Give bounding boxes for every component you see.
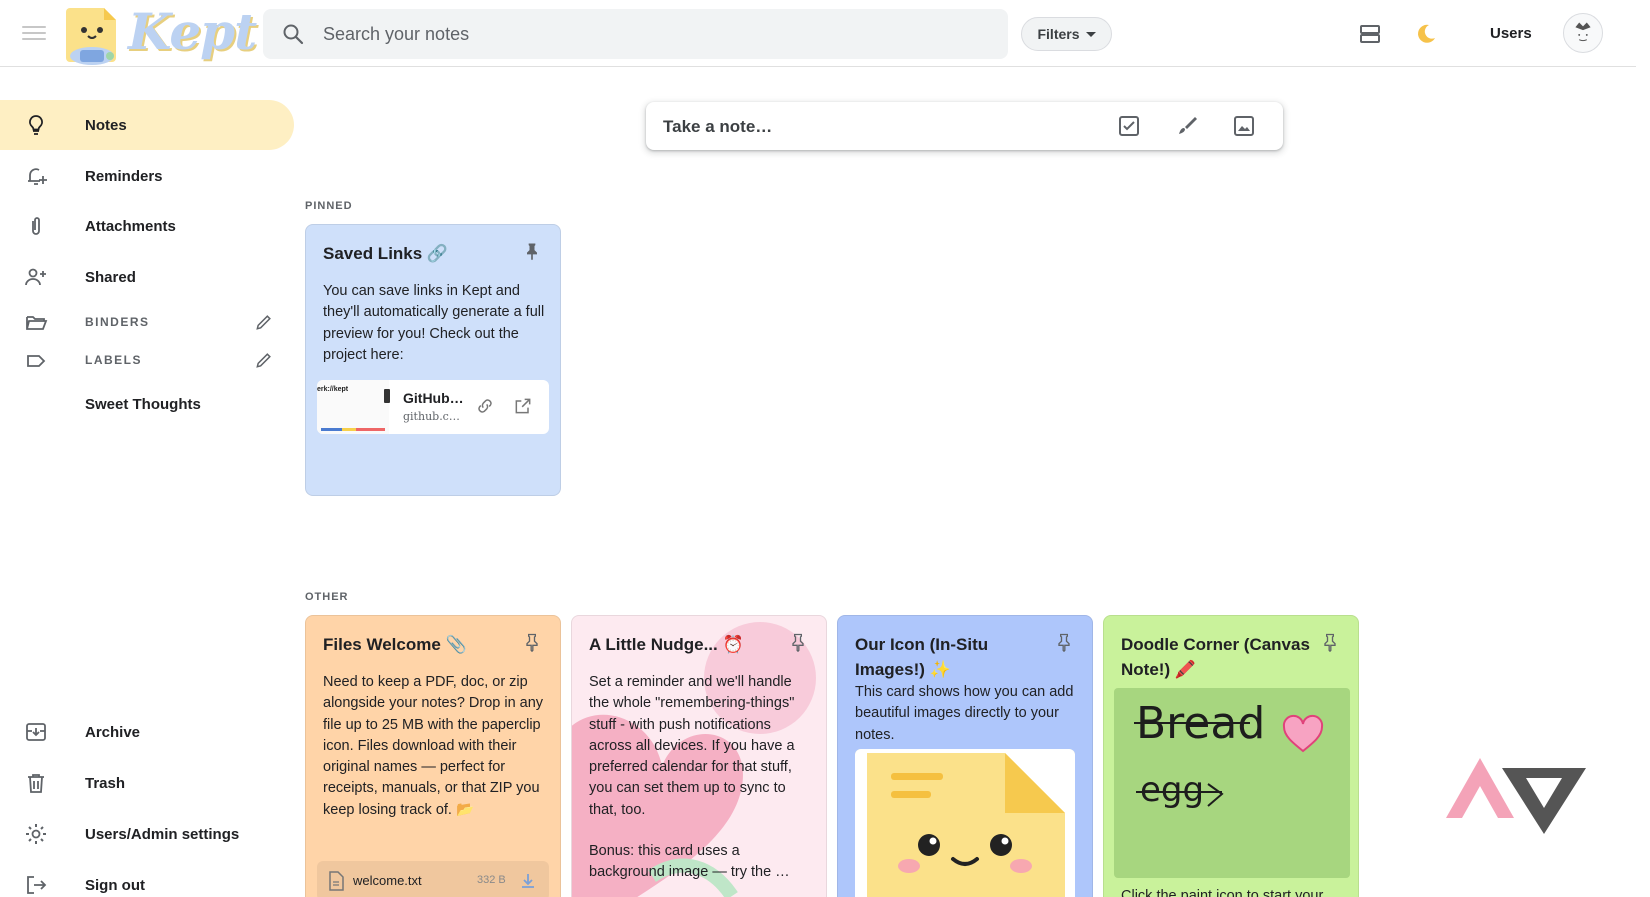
note-card[interactable]: Doodle Corner (Canvas Note!) 🖍️ Bread eg… xyxy=(1103,615,1359,897)
note-body: You can save links in Kept and they'll a… xyxy=(323,283,545,363)
binders-label: BINDERS xyxy=(85,315,150,329)
search-icon xyxy=(283,24,304,45)
sidebar-item-label: Notes xyxy=(85,116,127,134)
top-bar: Kept Filters Users xyxy=(0,0,1636,67)
sidebar-item-sweet-thoughts[interactable]: Sweet Thoughts xyxy=(0,379,294,429)
composer-placeholder: Take a note… xyxy=(663,117,773,136)
file-size: 332 B xyxy=(477,874,506,886)
pin-icon[interactable] xyxy=(522,241,542,261)
trash-icon xyxy=(28,774,44,793)
label-icon xyxy=(27,355,46,367)
sidebar-item-notes[interactable]: Notes xyxy=(0,100,294,150)
note-title: Files Welcome 📎 xyxy=(323,635,467,654)
user-avatar[interactable] xyxy=(1563,13,1603,53)
users-link[interactable]: Users xyxy=(1490,25,1532,42)
download-icon[interactable] xyxy=(519,872,537,890)
file-icon xyxy=(329,871,344,891)
pencil-icon[interactable] xyxy=(254,350,274,370)
note-title: Our Icon (In-Situ Images!) ✨ xyxy=(855,635,989,679)
link-thumbnail: erk://kept xyxy=(317,380,389,434)
filters-button[interactable]: Filters xyxy=(1021,17,1112,51)
archive-icon xyxy=(26,723,46,741)
sign-out-icon xyxy=(27,876,47,894)
note-card[interactable]: Files Welcome 📎 Need to keep a PDF, doc,… xyxy=(305,615,561,897)
labels-label: LABELS xyxy=(85,353,142,367)
sidebar-item-label: Reminders xyxy=(85,167,163,185)
link-icon[interactable] xyxy=(475,396,495,416)
app-logo-text: Kept xyxy=(128,2,257,61)
sidebar-item-label: Sweet Thoughts xyxy=(85,395,201,413)
hamburger-menu-icon[interactable] xyxy=(22,22,46,44)
sidebar-item-sign-out[interactable]: Sign out xyxy=(0,860,294,897)
link-thumbnail-text: erk://kept xyxy=(317,386,349,393)
gear-icon xyxy=(26,824,46,844)
pin-icon[interactable] xyxy=(788,632,808,652)
pin-icon[interactable] xyxy=(1054,632,1074,652)
phone-icon xyxy=(384,389,390,403)
bell-plus-icon xyxy=(28,168,47,185)
note-title: Saved Links 🔗 xyxy=(323,244,449,263)
note-body: Set a reminder and we'll handle the whol… xyxy=(589,674,795,818)
heart-icon xyxy=(1282,714,1324,753)
note-card[interactable]: Our Icon (In-Situ Images!) ✨ This card s… xyxy=(837,615,1093,897)
note-title: Doodle Corner (Canvas Note!) 🖍️ xyxy=(1121,635,1310,679)
doodle-strikethrough xyxy=(1134,722,1250,724)
note-composer[interactable]: Take a note… xyxy=(646,102,1283,150)
file-name: welcome.txt xyxy=(353,873,422,888)
doodle-canvas[interactable]: Bread egg xyxy=(1114,688,1350,878)
watermark-logo xyxy=(1446,758,1586,834)
note-body: Need to keep a PDF, doc, or zip alongsid… xyxy=(323,674,544,818)
lightbulb-icon xyxy=(29,115,43,135)
file-attachment[interactable]: welcome.txt 332 B xyxy=(317,861,549,897)
search-bar[interactable] xyxy=(263,9,1008,59)
note-body: This card shows how you can add beautifu… xyxy=(855,684,1074,743)
sidebar: Notes Reminders Attachments Shared BINDE… xyxy=(0,67,300,897)
paperclip-icon xyxy=(32,217,40,235)
pin-icon[interactable] xyxy=(1320,632,1340,652)
sidebar-item-archive[interactable]: Archive xyxy=(0,707,294,757)
pin-icon[interactable] xyxy=(522,632,542,652)
sidebar-item-label: Sign out xyxy=(85,876,145,894)
caret-down-icon xyxy=(1085,31,1096,37)
sidebar-item-reminders[interactable]: Reminders xyxy=(0,151,294,201)
moon-icon[interactable] xyxy=(1414,22,1438,46)
sidebar-item-admin-settings[interactable]: Users/Admin settings xyxy=(0,809,294,859)
pencil-icon[interactable] xyxy=(254,312,274,332)
link-preview[interactable]: erk://kept GitHub… github.c… xyxy=(317,380,549,434)
open-external-icon[interactable] xyxy=(513,396,533,416)
doodle-arrow xyxy=(1136,783,1224,807)
note-title: A Little Nudge... ⏰ xyxy=(589,635,744,654)
sidebar-item-attachments[interactable]: Attachments xyxy=(0,201,294,251)
kept-mascot-image xyxy=(855,749,1075,897)
other-section-title: OTHER xyxy=(305,591,349,603)
note-image xyxy=(855,749,1075,897)
sidebar-item-label: Trash xyxy=(85,774,126,792)
person-add-icon xyxy=(25,268,46,286)
search-input[interactable] xyxy=(323,9,983,59)
sidebar-item-label: Shared xyxy=(85,268,136,286)
pinned-section-title: PINNED xyxy=(305,200,353,212)
note-body: Click the paint icon to start your xyxy=(1121,888,1324,897)
sidebar-item-label: Users/Admin settings xyxy=(85,825,240,843)
labels-section: LABELS xyxy=(0,346,294,376)
kept-mascot-logo xyxy=(66,8,116,65)
brush-icon[interactable] xyxy=(1175,114,1199,138)
sidebar-item-trash[interactable]: Trash xyxy=(0,758,294,808)
folder-open-icon xyxy=(26,316,48,330)
app-root: Kept Filters Users Notes Reminders Attac… xyxy=(0,0,1650,897)
filters-label: Filters xyxy=(1037,26,1080,42)
binders-section: BINDERS xyxy=(0,308,294,338)
link-title: GitHub… xyxy=(403,390,464,406)
sidebar-item-shared[interactable]: Shared xyxy=(0,252,294,302)
note-body-bonus: Bonus: this card uses a background image… xyxy=(589,843,790,881)
sidebar-item-label: Attachments xyxy=(85,217,176,235)
note-card[interactable]: A Little Nudge... ⏰ Set a reminder and w… xyxy=(571,615,827,897)
note-card[interactable]: Saved Links 🔗 You can save links in Kept… xyxy=(305,224,561,496)
image-icon[interactable] xyxy=(1232,114,1256,138)
sidebar-item-label: Archive xyxy=(85,723,141,741)
list-view-icon[interactable] xyxy=(1358,22,1382,46)
checkbox-icon[interactable] xyxy=(1117,114,1141,138)
link-url: github.c… xyxy=(403,410,460,423)
